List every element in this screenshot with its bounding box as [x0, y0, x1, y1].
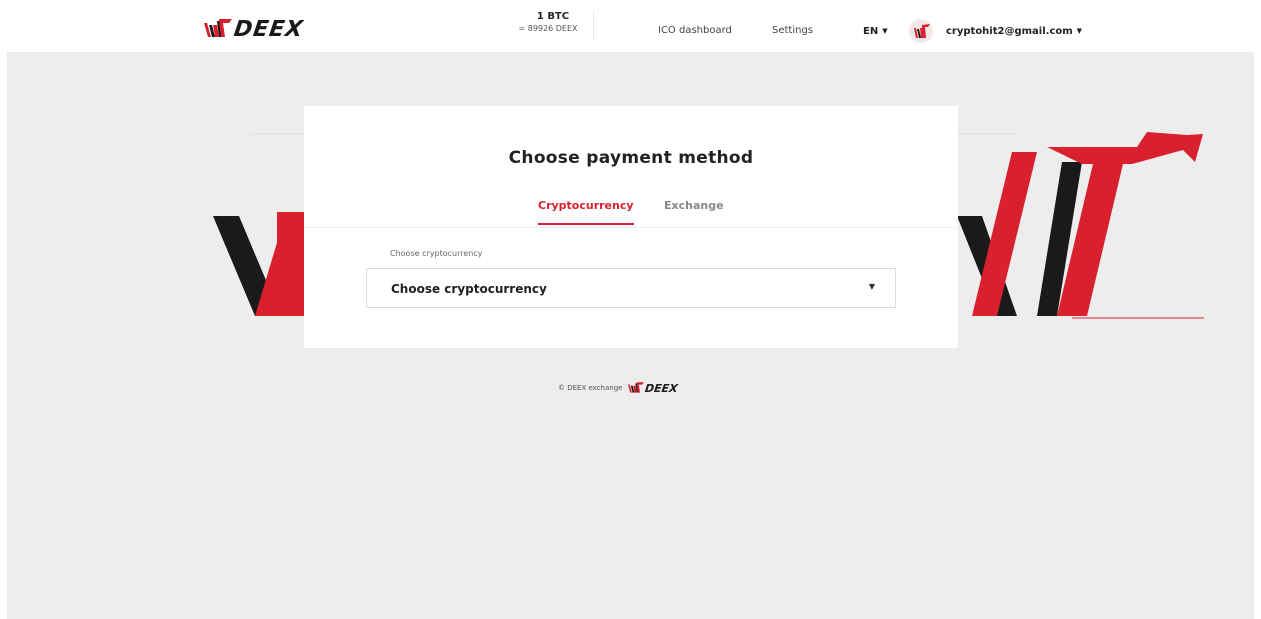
chevron-down-icon: ▼ — [868, 282, 875, 291]
nav-ico-dashboard[interactable]: ICO dashboard — [658, 24, 732, 38]
exchange-rate: 1 BTC = 89926 DEEX — [503, 10, 594, 40]
user-email: cryptohit2@gmail.com — [946, 26, 1073, 37]
tab-exchange[interactable]: Exchange — [664, 199, 724, 223]
nav-settings[interactable]: Settings — [772, 24, 813, 38]
deex-logo-icon — [204, 19, 232, 37]
tab-cryptocurrency[interactable]: Cryptocurrency — [538, 199, 634, 225]
cryptocurrency-select[interactable]: Choose cryptocurrency ▼ — [366, 268, 896, 308]
chevron-down-icon: ▼ — [882, 27, 888, 35]
language-selector[interactable]: EN ▼ — [863, 24, 888, 39]
rate-deex: = 89926 DEEX — [518, 24, 578, 33]
footer-logo-text: DEEX — [644, 381, 680, 395]
avatar[interactable] — [909, 19, 933, 43]
page-title: Choose payment method — [508, 148, 754, 168]
top-header: DEEX 1 BTC = 89926 DEEX ICO dashboard Se… — [0, 0, 1261, 52]
payment-tabs: Cryptocurrency Exchange — [304, 199, 958, 228]
user-menu[interactable]: cryptohit2@gmail.com ▼ — [946, 24, 1082, 39]
logo-text: DEEX — [232, 16, 306, 42]
chevron-down-icon: ▼ — [1076, 27, 1083, 35]
footer-copyright: © DEEX exchange — [558, 384, 623, 392]
rate-btc: 1 BTC — [536, 11, 570, 22]
language-label: EN — [863, 26, 879, 37]
footer-logo-icon — [628, 382, 645, 393]
avatar-logo-icon — [914, 24, 930, 38]
deex-logo[interactable]: DEEX — [204, 16, 316, 42]
payment-method-card: Choose payment method Cryptocurrency Exc… — [304, 106, 958, 348]
select-value: Choose cryptocurrency — [391, 282, 547, 296]
cryptocurrency-field-label: Choose cryptocurrency — [390, 249, 483, 258]
footer: © DEEX exchange DEEX — [558, 380, 680, 396]
